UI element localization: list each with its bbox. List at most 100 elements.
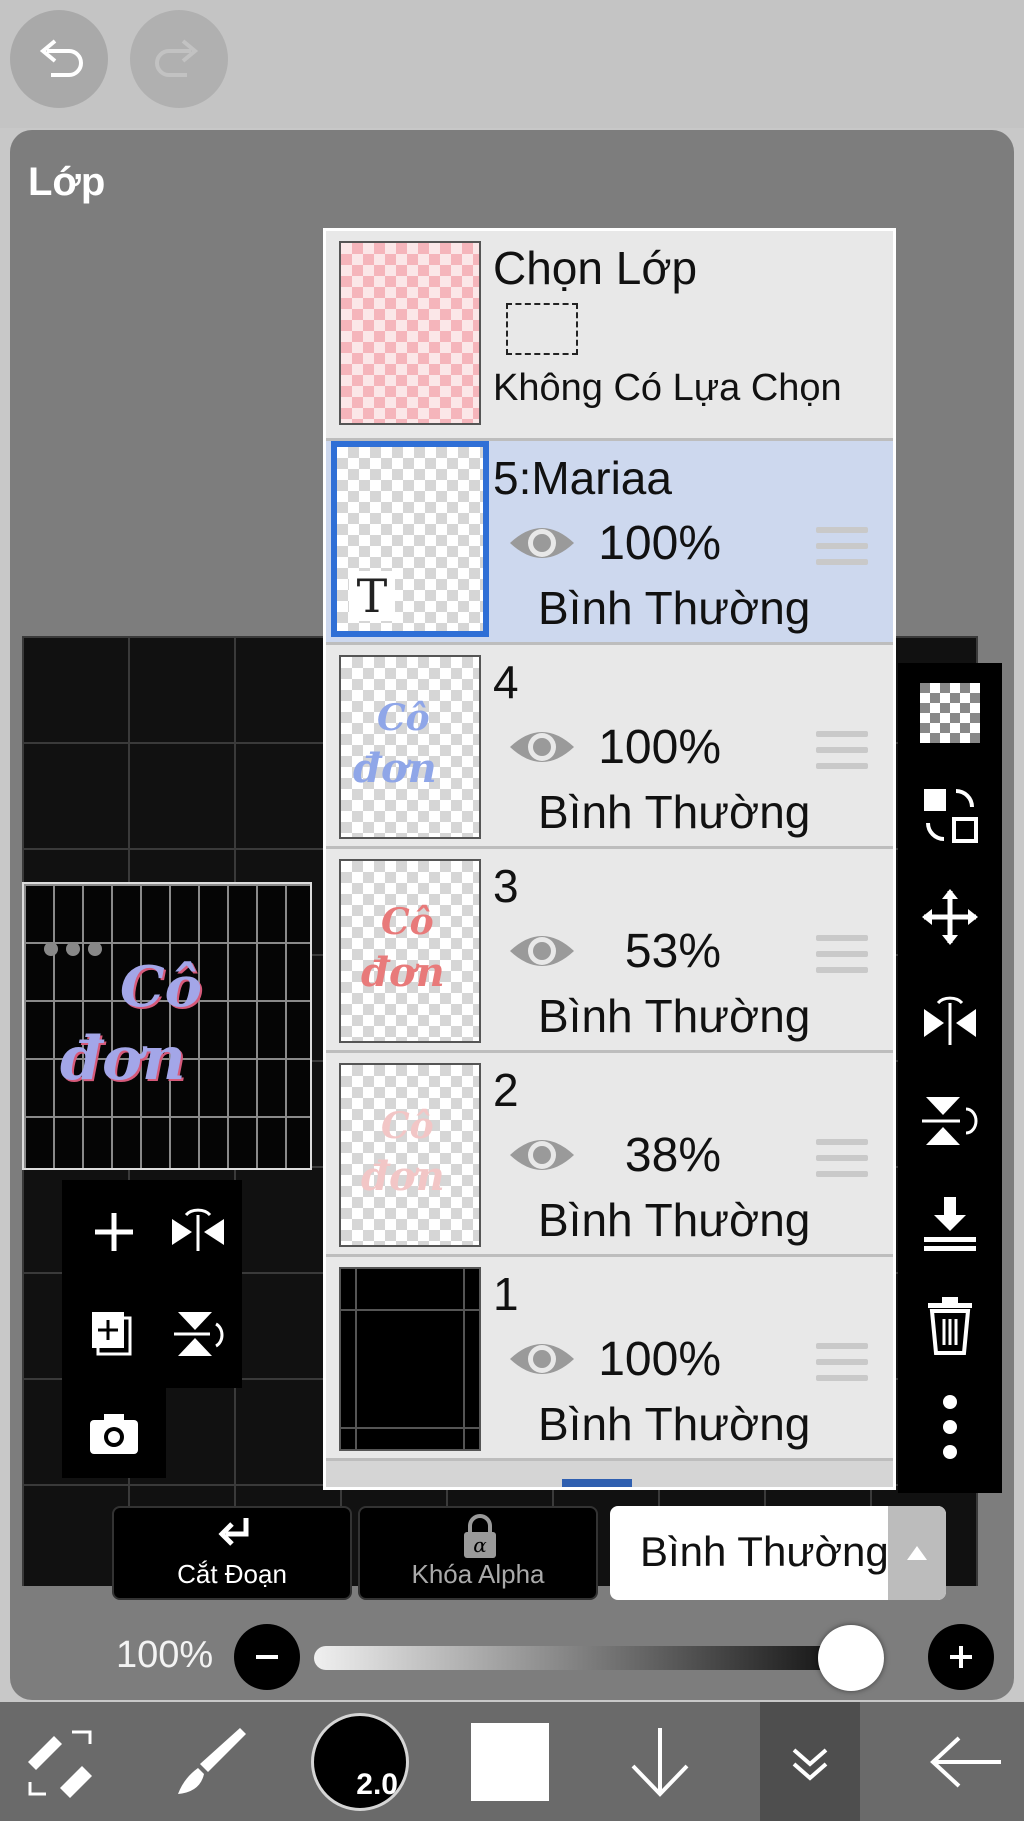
double-chevron-down-icon [792, 1747, 828, 1781]
transparency-button[interactable] [910, 673, 990, 753]
brush-size-indicator: 2.0 [311, 1712, 409, 1811]
layer-row[interactable]: Cô đơn 3 53% Bình Thường [326, 849, 893, 1053]
opacity-decrease-button[interactable] [234, 1624, 300, 1690]
selection-thumbnail [339, 241, 481, 425]
drag-handle-icon[interactable] [816, 1343, 868, 1391]
flip-horizontal-button[interactable] [158, 1192, 238, 1272]
arrow-left-icon [930, 1736, 1001, 1787]
top-bar [0, 0, 1024, 128]
layer-row[interactable]: Cô đơn 4 100% Bình Thường [326, 645, 893, 849]
preview-art-2: đơn [60, 1024, 186, 1094]
layer-name: 3 [493, 860, 519, 912]
clipping-arrow-icon [218, 1518, 249, 1546]
navigator-preview[interactable]: Cô đơn [22, 882, 312, 1170]
camera-icon [90, 1414, 138, 1454]
layer-side-toolbar [898, 663, 1002, 1493]
visibility-eye-icon[interactable] [506, 519, 578, 567]
flip-horizontal-icon [172, 1208, 224, 1251]
drag-handle-icon[interactable] [816, 731, 868, 779]
layer-opacity: 100% [598, 517, 721, 570]
plus-icon [950, 1646, 972, 1668]
redo-button[interactable] [130, 10, 228, 108]
selection-title: Chọn Lớp [493, 242, 698, 294]
opacity-slider[interactable] [314, 1625, 884, 1691]
preview-dot [88, 942, 102, 956]
visibility-eye-icon[interactable] [506, 1335, 578, 1383]
drag-handle-icon[interactable] [816, 527, 868, 575]
visibility-eye-icon[interactable] [506, 927, 578, 975]
opacity-control: 100% [10, 1618, 1014, 1698]
blend-mode-select[interactable]: Bình Thường [610, 1506, 946, 1600]
layer-thumbnail: Cô đơn [339, 1063, 481, 1247]
layer-thumbnail: Cô đơn [339, 859, 481, 1043]
layer-thumbnail [339, 1267, 481, 1451]
import-photo-button[interactable] [74, 1394, 154, 1474]
selection-status: Không Có Lựa Chọn [493, 367, 842, 409]
swap-icon [924, 789, 978, 843]
preview-dot [66, 942, 80, 956]
layer-row[interactable]: 1 100% Bình Thường [326, 1257, 893, 1461]
delete-layer-button[interactable] [910, 1285, 990, 1365]
layer-thumbnail: T [331, 441, 489, 637]
layer-opacity: 100% [598, 1333, 721, 1386]
preview-dot [44, 942, 58, 956]
trash-icon [928, 1297, 972, 1355]
back-button[interactable] [910, 1702, 1020, 1821]
layer-list-scroll-edge [326, 1461, 893, 1487]
opacity-slider-knob[interactable] [818, 1625, 884, 1691]
visibility-eye-icon[interactable] [506, 1131, 578, 1179]
flip-vertical-button[interactable] [158, 1294, 238, 1374]
bottom-toolbar: 2.0 [0, 1702, 1024, 1821]
visibility-eye-icon[interactable] [506, 723, 578, 771]
layer-opacity: 38% [624, 1129, 721, 1182]
opacity-increase-button[interactable] [928, 1624, 994, 1690]
arrow-down-icon [631, 1727, 689, 1797]
color-button[interactable] [460, 1702, 560, 1821]
add-layer-button[interactable] [74, 1192, 154, 1272]
layer-blend-mode: Bình Thường [538, 1398, 811, 1450]
svg-text:α: α [473, 1533, 487, 1557]
undo-button[interactable] [10, 10, 108, 108]
brush-size-button[interactable]: 2.0 [310, 1702, 410, 1821]
plus-icon [95, 1213, 133, 1251]
brush-eraser-swap-icon [28, 1730, 92, 1798]
brush-tool-button[interactable] [160, 1702, 260, 1821]
layer-name: 4 [493, 656, 519, 708]
layer-blend-mode: Bình Thường [538, 582, 811, 634]
layers-button[interactable] [760, 1702, 860, 1821]
flip-horizontal-layer-button[interactable] [910, 979, 990, 1059]
clipping-button[interactable]: Cắt Đoạn [112, 1506, 352, 1600]
layer-blend-mode: Bình Thường [538, 786, 811, 838]
swap-layer-button[interactable] [910, 775, 990, 855]
undo-icon [39, 39, 83, 77]
alpha-lock-label: Khóa Alpha [411, 1559, 545, 1589]
caret-up-icon[interactable] [888, 1506, 946, 1600]
selection-layer-row[interactable]: Chọn Lớp Không Có Lựa Chọn [326, 231, 893, 441]
panel-title: Lớp [28, 160, 106, 204]
copy-layer-icon [92, 1312, 132, 1356]
merge-down-button[interactable] [910, 1183, 990, 1263]
tool-swap-button[interactable] [10, 1702, 110, 1821]
alpha-lock-button[interactable]: α Khóa Alpha [358, 1506, 598, 1600]
clipping-label: Cắt Đoạn [177, 1559, 287, 1589]
more-options-button[interactable] [910, 1387, 990, 1467]
layer-row[interactable]: Cô đơn 2 38% Bình Thường [326, 1053, 893, 1257]
layer-name: 1 [493, 1268, 519, 1320]
drag-handle-icon[interactable] [816, 1139, 868, 1187]
text-layer-icon: T [349, 571, 395, 621]
layer-blend-mode: Bình Thường [538, 990, 811, 1042]
drag-handle-icon[interactable] [816, 935, 868, 983]
flip-horizontal-icon [924, 996, 976, 1045]
move-down-button[interactable] [610, 1702, 710, 1821]
redo-icon [155, 39, 199, 77]
layer-blend-mode: Bình Thường [538, 1194, 811, 1246]
layer-list[interactable]: Chọn Lớp Không Có Lựa Chọn T 5:Mariaa 10… [323, 228, 896, 1490]
copy-layer-button[interactable] [74, 1294, 154, 1374]
flip-vertical-icon [922, 1097, 978, 1145]
layer-row[interactable]: T 5:Mariaa 100% Bình Thường [326, 441, 893, 645]
flip-vertical-layer-button[interactable] [910, 1081, 990, 1161]
move-button[interactable] [910, 877, 990, 957]
merge-down-icon [924, 1197, 976, 1251]
color-swatch [471, 1722, 549, 1801]
checker-icon [920, 683, 980, 743]
